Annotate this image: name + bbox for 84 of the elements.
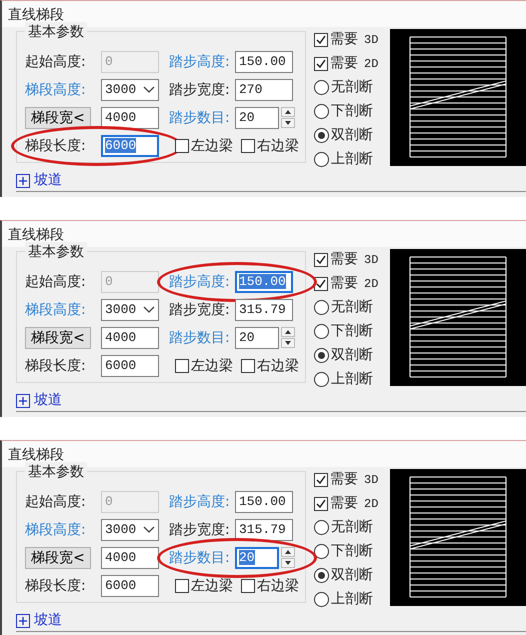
dropdown[interactable]: 3000 [101, 299, 159, 321]
section-link[interactable]: 坡道 [34, 610, 62, 631]
radio-button[interactable]: 上剖断 [314, 149, 382, 170]
text-field[interactable]: 6000 [101, 355, 159, 377]
spin-up-button[interactable] [281, 107, 295, 117]
radio-button[interactable]: 双剖断 [314, 345, 382, 366]
checkbox[interactable]: 右边梁 [241, 576, 299, 596]
checkmark-icon [315, 34, 327, 46]
field-label: 踏步宽度: [168, 520, 231, 540]
dropdown[interactable]: 3000 [101, 79, 159, 101]
radio-button[interactable]: 下剖断 [314, 541, 382, 562]
field-label: 踏步高度: [168, 52, 231, 72]
radio-button[interactable]: 下剖断 [314, 101, 382, 122]
text-field[interactable]: 150.00 [235, 271, 293, 293]
text-field[interactable]: 6000 [101, 575, 159, 597]
radio-button[interactable]: 上剖断 [314, 589, 382, 610]
checkbox[interactable]: 左边梁 [175, 136, 233, 156]
text-field[interactable]: 150.00 [235, 491, 293, 513]
spin-down-button[interactable] [281, 558, 295, 568]
text-field[interactable]: 6000 [101, 135, 159, 157]
field-label: 梯段长度: [25, 136, 87, 156]
checkbox[interactable]: 需要 2D [314, 273, 382, 294]
field-label: 踏步宽度: [168, 300, 231, 320]
radio-button[interactable]: 上剖断 [314, 369, 382, 390]
field-label: 踏步高度: [168, 272, 231, 292]
checkmark-icon [315, 278, 327, 290]
text-field[interactable]: 4000 [101, 107, 159, 129]
checkbox[interactable]: 需要 2D [314, 53, 382, 74]
chevron-down-icon [143, 306, 155, 314]
text-field[interactable]: 20 [235, 107, 279, 129]
field-label: 梯段长度: [25, 576, 87, 596]
field-label: 踏步高度: [168, 492, 231, 512]
text-field[interactable]: 4000 [101, 327, 159, 349]
dropdown[interactable]: 3000 [101, 519, 159, 541]
spin-up-button[interactable] [281, 327, 295, 337]
checkbox[interactable]: 需要 3D [314, 469, 382, 490]
field-label: 起始高度: [25, 492, 87, 512]
field-label: 梯段长度: [25, 356, 87, 376]
checkbox[interactable]: 左边梁 [175, 576, 233, 596]
checkbox[interactable]: 左边梁 [175, 356, 233, 376]
section-link[interactable]: 坡道 [34, 170, 62, 191]
checkmark-icon [315, 498, 327, 510]
spin-down-button[interactable] [281, 118, 295, 128]
text-field[interactable]: 315.79 [235, 299, 293, 321]
field-label: 梯段高度: [25, 80, 87, 100]
checkbox[interactable]: 需要 3D [314, 29, 382, 50]
chevron-down-icon [143, 526, 155, 534]
checkmark-icon [315, 474, 327, 486]
text-field[interactable]: 150.00 [235, 51, 293, 73]
field-label: 踏步数目: [168, 548, 231, 568]
radio-button[interactable]: 下剖断 [314, 321, 382, 342]
text-field[interactable]: 270 [235, 79, 293, 101]
pick-button[interactable]: 梯段宽< [25, 547, 91, 569]
text-field[interactable]: 20 [235, 327, 279, 349]
field-label: 梯段高度: [25, 520, 87, 540]
field-label: 梯段高度: [25, 300, 87, 320]
text-field[interactable]: 4000 [101, 547, 159, 569]
expand-icon [16, 614, 30, 628]
expand-icon [16, 394, 30, 408]
radio-button[interactable]: 双剖断 [314, 565, 382, 586]
section-link[interactable]: 坡道 [34, 390, 62, 411]
field-label: 踏步宽度: [168, 80, 231, 100]
radio-button[interactable]: 无剖断 [314, 517, 382, 538]
checkbox[interactable]: 右边梁 [241, 136, 299, 156]
pick-button[interactable]: 梯段宽< [25, 107, 91, 129]
field-label: 起始高度: [25, 52, 87, 72]
text-field[interactable]: 315.79 [235, 519, 293, 541]
field-label: 起始高度: [25, 272, 87, 292]
checkmark-icon [315, 58, 327, 70]
text-field[interactable]: 20 [235, 547, 279, 569]
spin-down-button[interactable] [281, 338, 295, 348]
checkbox[interactable]: 需要 2D [314, 493, 382, 514]
radio-button[interactable]: 无剖断 [314, 77, 382, 98]
field-label: 踏步数目: [168, 108, 231, 128]
field-label: 踏步数目: [168, 328, 231, 348]
expand-icon [16, 174, 30, 188]
checkmark-icon [315, 254, 327, 266]
pick-button[interactable]: 梯段宽< [25, 327, 91, 349]
radio-button[interactable]: 无剖断 [314, 297, 382, 318]
checkbox[interactable]: 右边梁 [241, 356, 299, 376]
radio-button[interactable]: 双剖断 [314, 125, 382, 146]
chevron-down-icon [143, 86, 155, 94]
spin-up-button[interactable] [281, 547, 295, 557]
checkbox[interactable]: 需要 3D [314, 249, 382, 270]
